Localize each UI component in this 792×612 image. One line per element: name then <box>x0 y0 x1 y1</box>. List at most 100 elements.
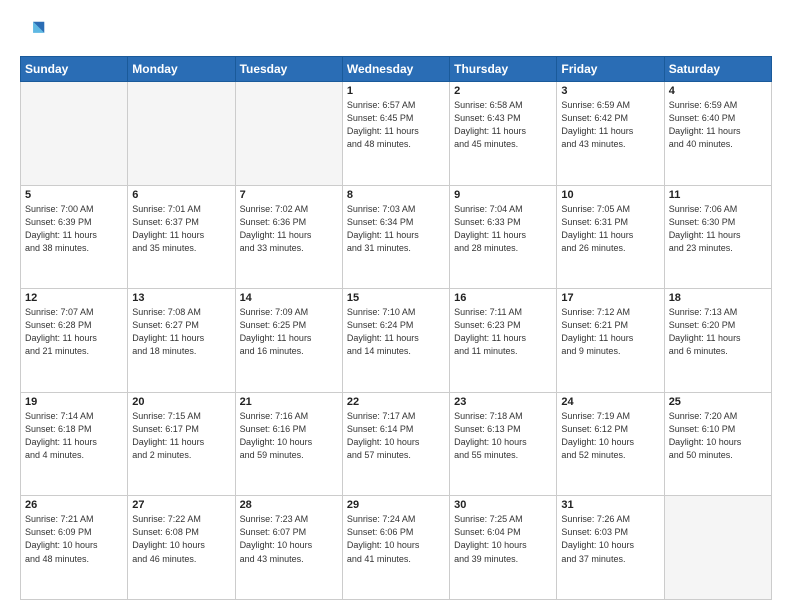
day-number: 9 <box>454 189 552 201</box>
day-cell: 23Sunrise: 7:18 AM Sunset: 6:13 PM Dayli… <box>450 392 557 496</box>
day-info: Sunrise: 7:05 AM Sunset: 6:31 PM Dayligh… <box>561 203 659 255</box>
day-info: Sunrise: 7:18 AM Sunset: 6:13 PM Dayligh… <box>454 410 552 462</box>
day-info: Sunrise: 7:01 AM Sunset: 6:37 PM Dayligh… <box>132 203 230 255</box>
day-cell: 25 Sunrise: 7:20 AM Sunset: 6:10 PM Dayli… <box>664 392 771 496</box>
day-info: Sunrise: 7:08 AM Sunset: 6:27 PM Dayligh… <box>132 306 230 358</box>
day-cell: 1Sunrise: 6:57 AM Sunset: 6:45 PM Daylig… <box>342 82 449 186</box>
day-cell: 31 Sunrise: 7:26 AM Sunset: 6:03 PM Dayli… <box>557 496 664 600</box>
day-info: Sunrise: 6:59 AM Sunset: 6:42 PM Dayligh… <box>561 99 659 151</box>
logo-icon <box>20 18 48 46</box>
day-cell: 17 Sunrise: 7:12 AM Sunset: 6:21 PM Dayli… <box>557 289 664 393</box>
day-number: 21 <box>240 396 338 408</box>
day-info: Sunrise: 7:17 AM Sunset: 6:14 PM Dayligh… <box>347 410 445 462</box>
day-info: Sunrise: 7:09 AM Sunset: 6:25 PM Dayligh… <box>240 306 338 358</box>
day-number: 29 <box>347 499 445 511</box>
calendar-header-row: SundayMondayTuesdayWednesdayThursdayFrid… <box>21 57 772 82</box>
day-cell: 3 Sunrise: 6:59 AM Sunset: 6:42 PM Daylig… <box>557 82 664 186</box>
day-number: 18 <box>669 292 767 304</box>
week-row-0: 1Sunrise: 6:57 AM Sunset: 6:45 PM Daylig… <box>21 82 772 186</box>
day-number: 12 <box>25 292 123 304</box>
day-number: 25 <box>669 396 767 408</box>
col-header-monday: Monday <box>128 57 235 82</box>
week-row-2: 12 Sunrise: 7:07 AM Sunset: 6:28 PM Dayli… <box>21 289 772 393</box>
day-info: Sunrise: 7:22 AM Sunset: 6:08 PM Dayligh… <box>132 513 230 565</box>
day-cell: 13 Sunrise: 7:08 AM Sunset: 6:27 PM Dayli… <box>128 289 235 393</box>
day-cell: 19 Sunrise: 7:14 AM Sunset: 6:18 PM Dayli… <box>21 392 128 496</box>
day-number: 11 <box>669 189 767 201</box>
day-number: 7 <box>240 189 338 201</box>
day-info: Sunrise: 6:58 AM Sunset: 6:43 PM Dayligh… <box>454 99 552 151</box>
day-cell <box>21 82 128 186</box>
week-row-4: 26 Sunrise: 7:21 AM Sunset: 6:09 PM Dayli… <box>21 496 772 600</box>
day-info: Sunrise: 7:16 AM Sunset: 6:16 PM Dayligh… <box>240 410 338 462</box>
day-info: Sunrise: 7:02 AM Sunset: 6:36 PM Dayligh… <box>240 203 338 255</box>
day-number: 5 <box>25 189 123 201</box>
day-info: Sunrise: 7:04 AM Sunset: 6:33 PM Dayligh… <box>454 203 552 255</box>
day-info: Sunrise: 7:11 AM Sunset: 6:23 PM Dayligh… <box>454 306 552 358</box>
day-cell <box>235 82 342 186</box>
day-cell: 4 Sunrise: 6:59 AM Sunset: 6:40 PM Daylig… <box>664 82 771 186</box>
day-number: 13 <box>132 292 230 304</box>
day-cell: 20 Sunrise: 7:15 AM Sunset: 6:17 PM Dayli… <box>128 392 235 496</box>
col-header-wednesday: Wednesday <box>342 57 449 82</box>
day-number: 3 <box>561 85 659 97</box>
day-cell: 29 Sunrise: 7:24 AM Sunset: 6:06 PM Dayli… <box>342 496 449 600</box>
day-cell: 27 Sunrise: 7:22 AM Sunset: 6:08 PM Dayli… <box>128 496 235 600</box>
day-number: 4 <box>669 85 767 97</box>
day-info: Sunrise: 6:59 AM Sunset: 6:40 PM Dayligh… <box>669 99 767 151</box>
day-number: 2 <box>454 85 552 97</box>
day-number: 31 <box>561 499 659 511</box>
day-cell <box>664 496 771 600</box>
week-row-1: 5 Sunrise: 7:00 AM Sunset: 6:39 PM Daylig… <box>21 185 772 289</box>
day-info: Sunrise: 7:19 AM Sunset: 6:12 PM Dayligh… <box>561 410 659 462</box>
day-cell: 28 Sunrise: 7:23 AM Sunset: 6:07 PM Dayli… <box>235 496 342 600</box>
logo <box>20 18 52 46</box>
day-cell: 22 Sunrise: 7:17 AM Sunset: 6:14 PM Dayli… <box>342 392 449 496</box>
day-cell: 2 Sunrise: 6:58 AM Sunset: 6:43 PM Daylig… <box>450 82 557 186</box>
day-number: 27 <box>132 499 230 511</box>
day-info: Sunrise: 7:24 AM Sunset: 6:06 PM Dayligh… <box>347 513 445 565</box>
day-info: Sunrise: 7:03 AM Sunset: 6:34 PM Dayligh… <box>347 203 445 255</box>
day-info: Sunrise: 7:15 AM Sunset: 6:17 PM Dayligh… <box>132 410 230 462</box>
col-header-saturday: Saturday <box>664 57 771 82</box>
day-cell: 24Sunrise: 7:19 AM Sunset: 6:12 PM Dayli… <box>557 392 664 496</box>
day-info: Sunrise: 7:14 AM Sunset: 6:18 PM Dayligh… <box>25 410 123 462</box>
day-info: Sunrise: 7:00 AM Sunset: 6:39 PM Dayligh… <box>25 203 123 255</box>
day-info: Sunrise: 7:26 AM Sunset: 6:03 PM Dayligh… <box>561 513 659 565</box>
day-number: 16 <box>454 292 552 304</box>
day-info: Sunrise: 7:07 AM Sunset: 6:28 PM Dayligh… <box>25 306 123 358</box>
day-number: 22 <box>347 396 445 408</box>
day-cell: 10 Sunrise: 7:05 AM Sunset: 6:31 PM Dayli… <box>557 185 664 289</box>
day-cell: 9 Sunrise: 7:04 AM Sunset: 6:33 PM Daylig… <box>450 185 557 289</box>
day-number: 30 <box>454 499 552 511</box>
day-info: Sunrise: 7:20 AM Sunset: 6:10 PM Dayligh… <box>669 410 767 462</box>
day-cell <box>128 82 235 186</box>
day-number: 15 <box>347 292 445 304</box>
col-header-sunday: Sunday <box>21 57 128 82</box>
day-cell: 6Sunrise: 7:01 AM Sunset: 6:37 PM Daylig… <box>128 185 235 289</box>
day-cell: 21 Sunrise: 7:16 AM Sunset: 6:16 PM Dayli… <box>235 392 342 496</box>
day-number: 10 <box>561 189 659 201</box>
day-info: Sunrise: 7:06 AM Sunset: 6:30 PM Dayligh… <box>669 203 767 255</box>
col-header-thursday: Thursday <box>450 57 557 82</box>
day-number: 14 <box>240 292 338 304</box>
day-number: 17 <box>561 292 659 304</box>
day-cell: 7 Sunrise: 7:02 AM Sunset: 6:36 PM Daylig… <box>235 185 342 289</box>
day-number: 8 <box>347 189 445 201</box>
day-cell: 8 Sunrise: 7:03 AM Sunset: 6:34 PM Daylig… <box>342 185 449 289</box>
day-cell: 18Sunrise: 7:13 AM Sunset: 6:20 PM Dayli… <box>664 289 771 393</box>
col-header-friday: Friday <box>557 57 664 82</box>
day-info: Sunrise: 7:21 AM Sunset: 6:09 PM Dayligh… <box>25 513 123 565</box>
day-info: Sunrise: 6:57 AM Sunset: 6:45 PM Dayligh… <box>347 99 445 151</box>
day-number: 28 <box>240 499 338 511</box>
day-cell: 15Sunrise: 7:10 AM Sunset: 6:24 PM Dayli… <box>342 289 449 393</box>
day-number: 19 <box>25 396 123 408</box>
day-number: 20 <box>132 396 230 408</box>
day-info: Sunrise: 7:12 AM Sunset: 6:21 PM Dayligh… <box>561 306 659 358</box>
day-info: Sunrise: 7:23 AM Sunset: 6:07 PM Dayligh… <box>240 513 338 565</box>
day-cell: 26 Sunrise: 7:21 AM Sunset: 6:09 PM Dayli… <box>21 496 128 600</box>
day-number: 26 <box>25 499 123 511</box>
day-cell: 30Sunrise: 7:25 AM Sunset: 6:04 PM Dayli… <box>450 496 557 600</box>
calendar: SundayMondayTuesdayWednesdayThursdayFrid… <box>20 56 772 600</box>
col-header-tuesday: Tuesday <box>235 57 342 82</box>
